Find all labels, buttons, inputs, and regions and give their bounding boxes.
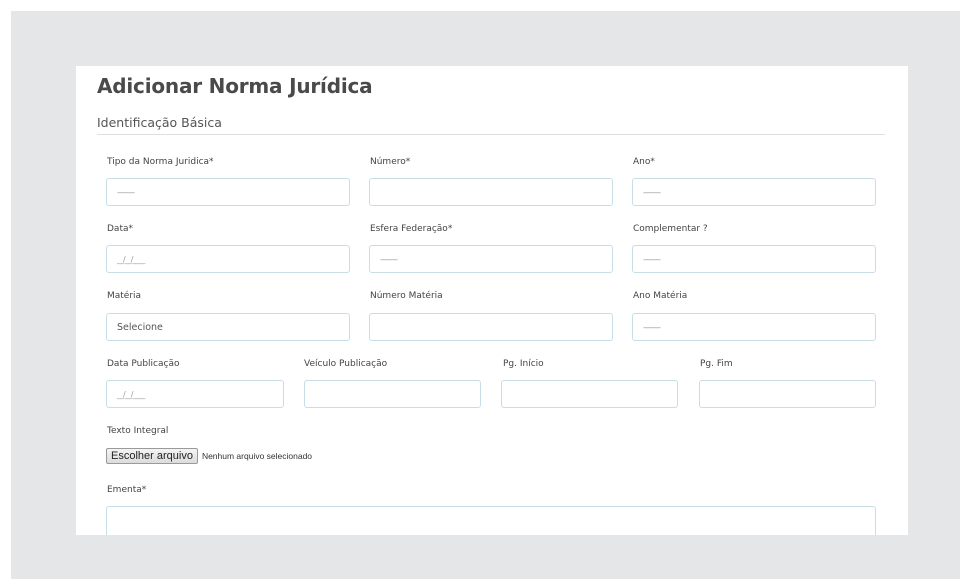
pg-fim-input[interactable]	[699, 380, 876, 408]
tipo-norma-label: Tipo da Norma Juridica*	[107, 157, 214, 167]
materia-label: Matéria	[107, 291, 142, 301]
materia-select[interactable]: Selecione	[106, 313, 350, 341]
veiculo-publicacao-input[interactable]	[304, 380, 481, 408]
texto-integral-file-input: Escolher arquivo Nenhum arquivo selecion…	[106, 448, 312, 464]
data-publicacao-label: Data Publicação	[107, 359, 180, 369]
section-title: Identificação Básica	[97, 115, 222, 130]
file-status-text: Nenhum arquivo selecionado	[201, 451, 313, 461]
section-divider	[97, 134, 885, 135]
numero-materia-label: Número Matéria	[370, 291, 443, 301]
esfera-label: Esfera Federação*	[370, 224, 453, 234]
data-publicacao-input[interactable]: __/__/____	[106, 380, 284, 408]
ano-select[interactable]: ---------	[632, 178, 876, 206]
numero-input[interactable]	[369, 178, 613, 206]
ano-materia-select[interactable]: ---------	[632, 313, 876, 341]
numero-materia-input[interactable]	[369, 313, 613, 341]
ementa-textarea[interactable]	[106, 506, 876, 535]
ano-materia-label: Ano Matéria	[633, 291, 688, 301]
pg-fim-label: Pg. Fim	[700, 359, 733, 369]
complementar-select[interactable]: ---------	[632, 245, 876, 273]
data-input[interactable]: __/__/____	[106, 245, 350, 273]
data-label: Data*	[107, 224, 133, 234]
veiculo-publicacao-label: Veículo Publicação	[304, 359, 388, 369]
pg-inicio-input[interactable]	[501, 380, 678, 408]
tipo-norma-select[interactable]: ---------	[106, 178, 350, 206]
esfera-select[interactable]: ---------	[369, 245, 613, 273]
texto-integral-label: Texto Integral	[107, 426, 169, 436]
pg-inicio-label: Pg. Início	[503, 359, 544, 369]
numero-label: Número*	[370, 157, 411, 167]
ano-label: Ano*	[633, 157, 655, 167]
complementar-label: Complementar ?	[633, 224, 708, 234]
form-panel: Adicionar Norma Jurídica Identificação B…	[76, 66, 908, 535]
page-title: Adicionar Norma Jurídica	[97, 74, 373, 98]
ementa-label: Ementa*	[107, 485, 147, 495]
choose-file-button[interactable]: Escolher arquivo	[106, 448, 198, 464]
